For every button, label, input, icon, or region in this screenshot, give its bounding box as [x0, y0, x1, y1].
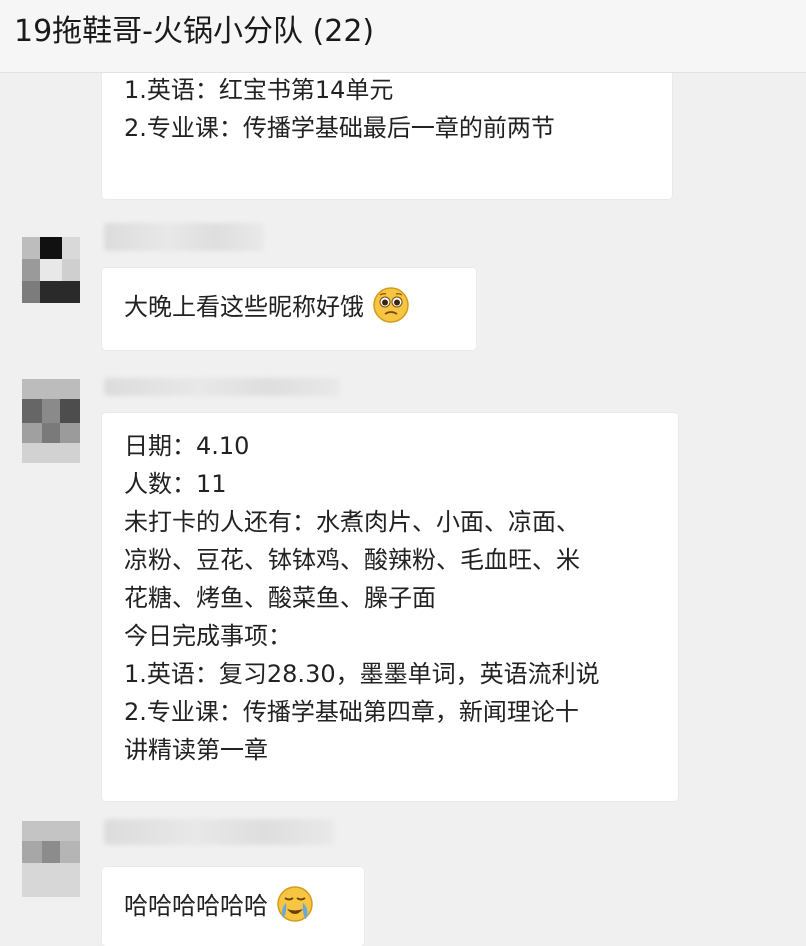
- message-text: 哈哈哈哈哈哈: [124, 892, 268, 920]
- chat-title[interactable]: 19拖鞋哥-火锅小分队 (22): [14, 12, 374, 52]
- message-bubble-4[interactable]: 哈哈哈哈哈哈: [102, 867, 364, 946]
- message-line: 花糖、烤鱼、酸菜鱼、臊子面: [124, 584, 436, 612]
- message-line: 1.英语：红宝书第14单元: [124, 76, 394, 104]
- message-line: 2.专业课：传播学基础最后一章的前两节: [124, 114, 555, 142]
- message-line: 1.英语：复习28.30，墨墨单词，英语流利说: [124, 660, 600, 688]
- message-line: 日期：4.10: [124, 432, 250, 460]
- message-bubble-2[interactable]: 大晚上看这些昵称好饿: [102, 268, 476, 350]
- sender-name: [104, 223, 264, 251]
- message-list[interactable]: 1.英语：红宝书第14单元 2.专业课：传播学基础最后一章的前两节 大晚上看这些…: [0, 73, 806, 946]
- avatar[interactable]: [22, 821, 80, 897]
- sender-name: [104, 819, 334, 845]
- message-bubble-1[interactable]: 1.英语：红宝书第14单元 2.专业课：传播学基础最后一章的前两节: [102, 73, 672, 199]
- avatar[interactable]: [22, 379, 80, 463]
- message-line: 未打卡的人还有：水煮肉片、小面、凉面、: [124, 508, 580, 536]
- message-line: 讲精读第一章: [124, 736, 268, 764]
- pleading-face-icon: [373, 287, 409, 323]
- message-bubble-3[interactable]: 日期：4.10 人数：11 未打卡的人还有：水煮肉片、小面、凉面、 凉粉、豆花、…: [102, 413, 678, 801]
- message-text: 大晚上看这些昵称好饿: [124, 293, 364, 321]
- message-line: 凉粉、豆花、钵钵鸡、酸辣粉、毛血旺、米: [124, 546, 580, 574]
- message-line: 今日完成事项：: [124, 622, 292, 650]
- avatar[interactable]: [22, 237, 80, 303]
- chat-header: 19拖鞋哥-火锅小分队 (22): [0, 0, 806, 73]
- message-line: 人数：11: [124, 470, 227, 498]
- message-line: 2.专业课：传播学基础第四章，新闻理论十: [124, 698, 579, 726]
- loudly-crying-face-icon: [277, 886, 313, 922]
- sender-name: [104, 378, 340, 396]
